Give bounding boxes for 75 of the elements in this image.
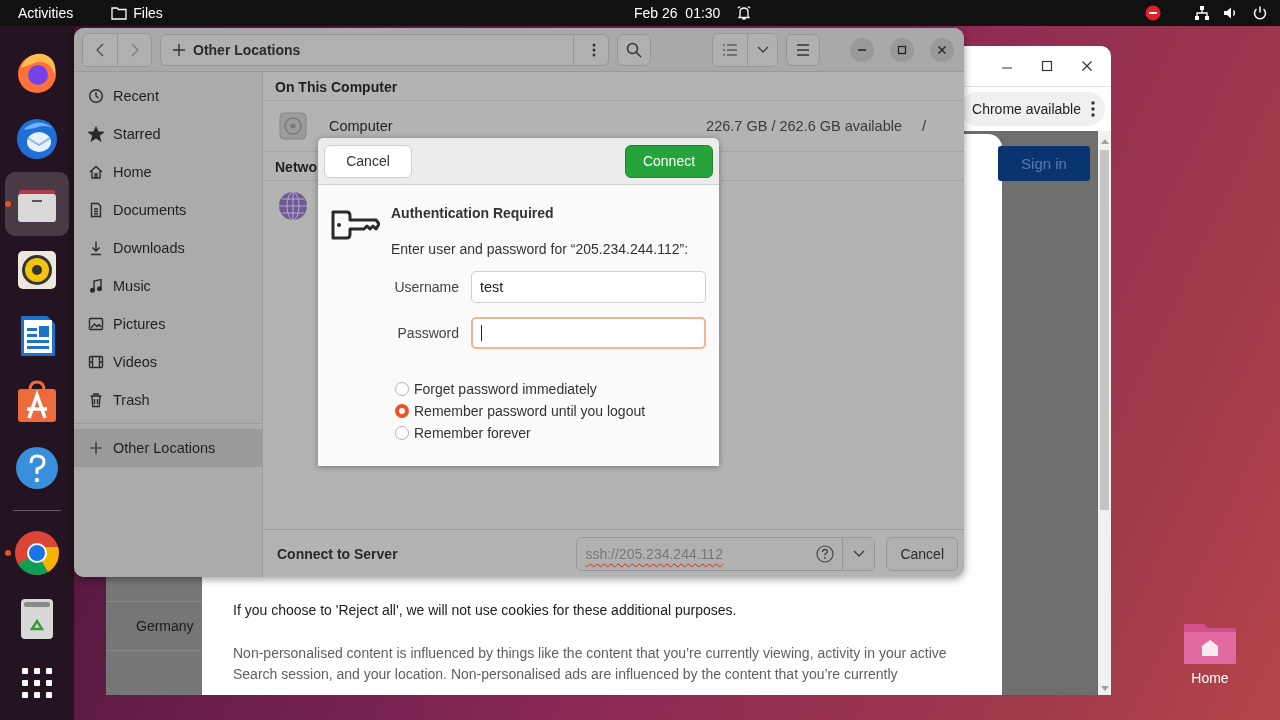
- activities-button[interactable]: Activities: [18, 5, 74, 21]
- radio-button[interactable]: [395, 404, 409, 418]
- menu-icon: [796, 43, 810, 56]
- maximize-icon[interactable]: [1041, 60, 1053, 72]
- radio-label[interactable]: Forget password immediately: [414, 380, 597, 398]
- section-heading: On This Computer: [263, 74, 964, 101]
- image-icon: [88, 316, 104, 332]
- scrollbar[interactable]: [1098, 131, 1111, 695]
- download-icon: [88, 240, 104, 256]
- chevron-right-icon: [129, 41, 140, 58]
- dialog-title: Authentication Required: [391, 205, 555, 221]
- sidebar-item[interactable]: Recent: [74, 77, 262, 115]
- paragraph: If you choose to 'Reject all', we will not use cookies for these additional purposes.: [233, 601, 738, 620]
- kebab-menu-icon[interactable]: [592, 42, 596, 57]
- dialog-message: Enter user and password for “205.234.244.112”:: [391, 241, 690, 257]
- radio-button[interactable]: [395, 426, 409, 440]
- plus-icon: [173, 43, 185, 56]
- folder-icon: [111, 6, 128, 20]
- cancel-button[interactable]: Cancel: [886, 536, 958, 571]
- radio-label[interactable]: Remember password until you logout: [414, 402, 646, 420]
- plus-icon: [88, 440, 104, 456]
- caret-icon: [756, 45, 769, 54]
- sidebar-item[interactable]: Pictures: [74, 305, 262, 343]
- network-icon[interactable]: [1194, 5, 1210, 21]
- paragraph: Non-personalised content is influenced by things like the content that you’re currently viewing, activity in your active Search session, and your location. Non-personalised ads are influenced by the content that you’re currently: [233, 644, 948, 684]
- clock-icon: [88, 88, 104, 104]
- list-icon: [722, 42, 738, 57]
- globe-icon[interactable]: [278, 191, 308, 221]
- desktop-icon-label[interactable]: Home: [1191, 670, 1229, 686]
- clock[interactable]: Feb 26 01:30: [634, 5, 721, 21]
- connect-label: Connect to Server: [277, 545, 398, 562]
- close-button[interactable]: [930, 37, 954, 62]
- close-icon[interactable]: [1081, 60, 1093, 72]
- search-icon: [626, 41, 642, 58]
- close-icon: [937, 44, 947, 55]
- maximize-button[interactable]: [890, 37, 914, 62]
- music-note-icon: [88, 278, 104, 294]
- sidebar-item[interactable]: Starred: [74, 115, 262, 153]
- location-label: Other Locations: [193, 41, 301, 58]
- sidebar-item[interactable]: Home: [74, 153, 262, 191]
- cancel-button[interactable]: Cancel: [324, 144, 412, 178]
- home-icon: [88, 164, 104, 180]
- sidebar-item[interactable]: Other Locations: [74, 429, 262, 467]
- radio-button[interactable]: [395, 382, 409, 396]
- location-bar[interactable]: Other Locations: [160, 33, 609, 66]
- sidebar-item[interactable]: Trash: [74, 381, 262, 419]
- sidebar-item[interactable]: Music: [74, 267, 262, 305]
- field-label: Username: [393, 279, 460, 295]
- password-field[interactable]: [471, 317, 706, 349]
- film-icon: [88, 354, 104, 370]
- minimize-icon: [858, 48, 866, 51]
- drive-icon: [279, 112, 307, 140]
- disk-usage: 226.7 GB / 262.6 GB available: [706, 118, 902, 134]
- app-menu[interactable]: Files: [133, 5, 163, 21]
- chevron-left-icon: [95, 41, 105, 58]
- alarm-bell-icon[interactable]: [736, 5, 753, 21]
- sidebar-item[interactable]: Documents: [74, 191, 262, 229]
- search-button[interactable]: [617, 33, 651, 66]
- power-icon[interactable]: [1252, 5, 1268, 21]
- minimize-button[interactable]: [850, 37, 874, 62]
- trash-icon: [88, 392, 104, 408]
- sidebar-item[interactable]: Downloads: [74, 229, 262, 267]
- mount-point: /: [921, 118, 928, 134]
- maximize-icon: [897, 44, 907, 55]
- star-icon: [88, 126, 104, 142]
- folder-icon[interactable]: [5, 172, 69, 236]
- sidebar-item[interactable]: Videos: [74, 343, 262, 381]
- do-not-disturb-icon[interactable]: [1145, 5, 1161, 21]
- menu-button[interactable]: [786, 33, 820, 66]
- key-icon: [330, 208, 380, 242]
- more-menu-icon[interactable]: [1091, 101, 1095, 117]
- field-label: Password: [396, 325, 460, 341]
- radio-label[interactable]: Remember forever: [414, 424, 531, 442]
- document-icon: [88, 202, 104, 218]
- username-field[interactable]: test: [471, 271, 706, 303]
